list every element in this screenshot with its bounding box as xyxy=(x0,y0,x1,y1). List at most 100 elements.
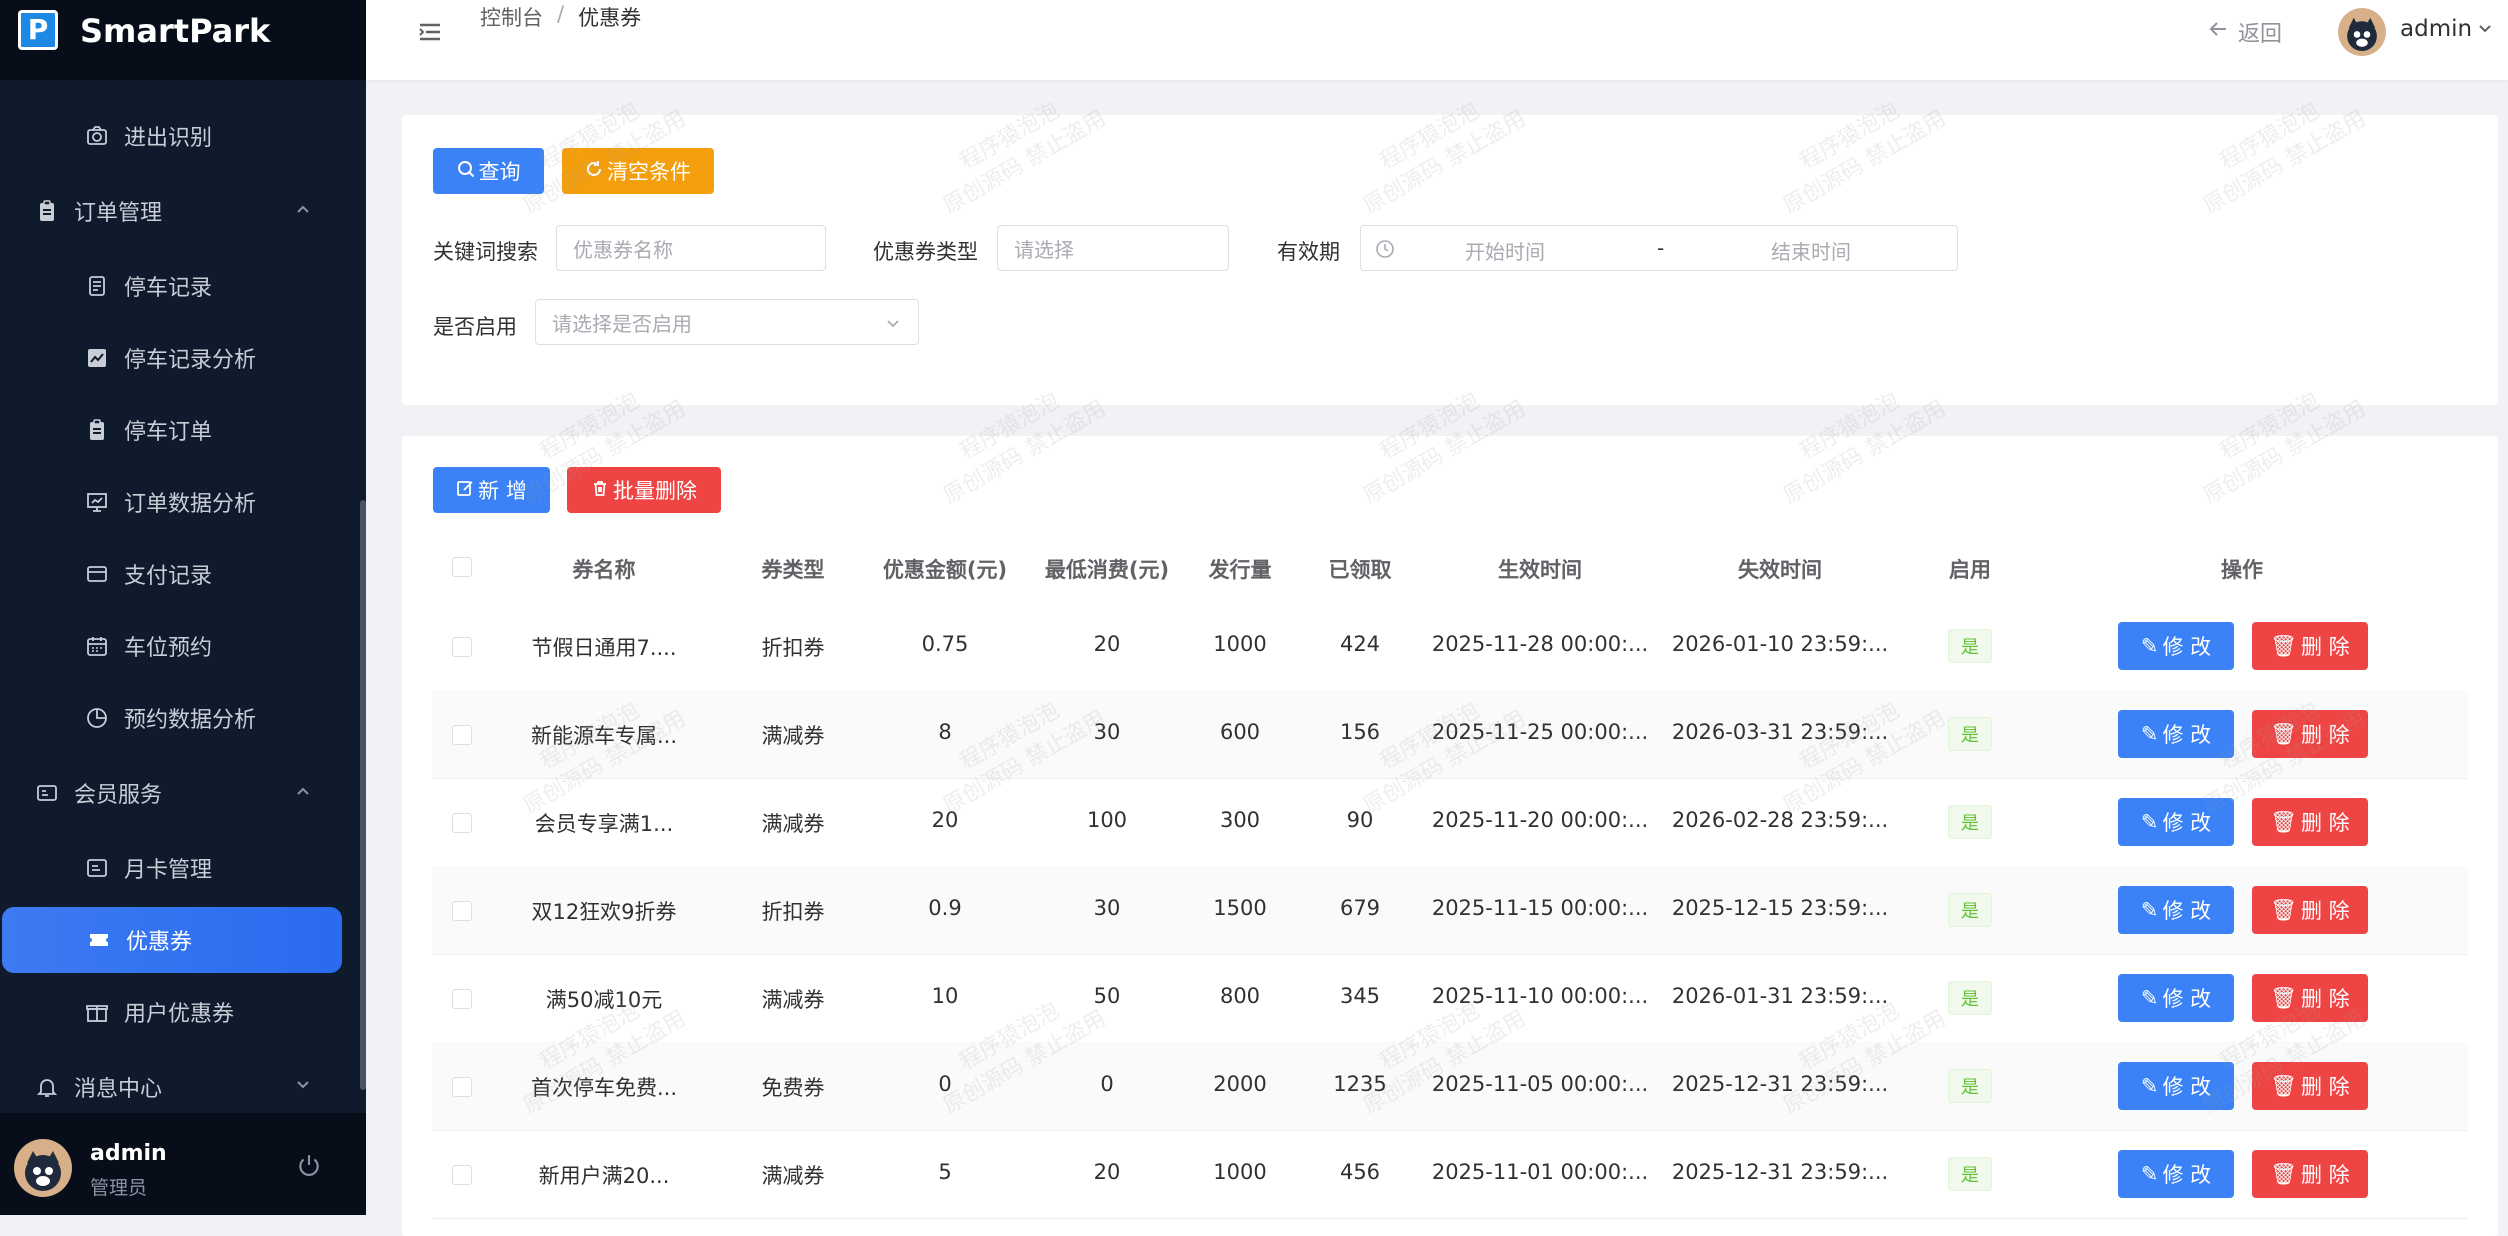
sidebar-item-space-booking[interactable]: 车位预约 xyxy=(0,616,366,676)
sidebar-item-label: 会员服务 xyxy=(74,783,163,808)
end-time: 2026-01-31 23:59:... xyxy=(1671,984,1889,1008)
edit-label: 修 改 xyxy=(2162,899,2212,923)
delete-label: 删 除 xyxy=(2300,635,2350,659)
delete-label: 删 除 xyxy=(2300,987,2350,1011)
column-header: 失效时间 xyxy=(1738,558,1822,582)
edit-button[interactable]: ✎ 修 改 xyxy=(2118,886,2234,934)
trash-icon: 🗑 xyxy=(2270,633,2297,658)
breadcrumb-item-dashboard[interactable]: 控制台 xyxy=(480,2,543,32)
start-time: 2025-11-05 00:00:... xyxy=(1431,1072,1649,1096)
min-spend: 30 xyxy=(1093,720,1121,744)
delete-button[interactable]: 🗑 删 除 xyxy=(2252,798,2368,846)
sidebar-item-parking-orders[interactable]: 停车订单 xyxy=(0,400,366,460)
end-time-placeholder[interactable]: 结束时间 xyxy=(1771,236,1851,265)
sidebar-group-message-center[interactable]: 消息中心 xyxy=(0,1057,366,1117)
chevron-down-icon[interactable] xyxy=(2476,20,2494,42)
issued-count: 1000 xyxy=(1213,632,1267,656)
sidebar-item-entry-recognition[interactable]: 进出识别 xyxy=(0,106,366,166)
edit-button[interactable]: ✎ 修 改 xyxy=(2118,622,2234,670)
edit-button[interactable]: ✎ 修 改 xyxy=(2118,710,2234,758)
header-user-name[interactable]: admin xyxy=(2400,16,2472,42)
back-button[interactable]: 返回 xyxy=(2208,16,2282,48)
row-checkbox[interactable] xyxy=(452,1165,472,1185)
column-header: 发行量 xyxy=(1208,558,1272,582)
delete-button[interactable]: 🗑 删 除 xyxy=(2252,974,2368,1022)
coupon-type-placeholder: 请选择 xyxy=(1014,237,1074,262)
trash-icon: 🗑 xyxy=(2270,897,2297,922)
row-checkbox[interactable] xyxy=(452,1077,472,1097)
edit-button[interactable]: ✎ 修 改 xyxy=(2118,1062,2234,1110)
pie-chart-icon xyxy=(84,705,110,731)
edit-button[interactable]: ✎ 修 改 xyxy=(2118,1150,2234,1198)
status-badge: 是 xyxy=(1948,981,1992,1015)
sidebar-item-parking-records[interactable]: 停车记录 xyxy=(0,256,366,316)
table-header: 券名称 券类型 优惠金额(元) 最低消费(元) 发行量 已领取 生效时间 失效时… xyxy=(432,536,2468,596)
sidebar-user-card: admin 管理员 xyxy=(0,1113,366,1215)
search-button[interactable]: 查询 xyxy=(433,148,544,194)
validity-date-range[interactable]: 开始时间 - 结束时间 xyxy=(1360,225,1958,271)
status-badge: 是 xyxy=(1948,1157,1992,1191)
add-button-label: 新 增 xyxy=(478,479,527,503)
line-chart-icon xyxy=(84,345,110,371)
add-button[interactable]: 新 增 xyxy=(433,467,550,513)
row-checkbox[interactable] xyxy=(452,813,472,833)
keyword-input[interactable]: 优惠券名称 xyxy=(556,225,826,271)
delete-button[interactable]: 🗑 删 除 xyxy=(2252,622,2368,670)
sidebar-item-label: 月卡管理 xyxy=(124,858,213,883)
delete-button[interactable]: 🗑 删 除 xyxy=(2252,710,2368,758)
sidebar-item-label: 用户优惠券 xyxy=(124,1002,235,1027)
reset-button[interactable]: 清空条件 xyxy=(562,148,714,194)
min-spend: 30 xyxy=(1093,896,1121,920)
row-checkbox[interactable] xyxy=(452,637,472,657)
sidebar-group-order-management[interactable]: 订单管理 xyxy=(0,181,366,241)
sidebar-scrollbar[interactable] xyxy=(360,500,366,1090)
coupon-type-select[interactable]: 请选择 xyxy=(997,225,1229,271)
sidebar-item-order-analysis[interactable]: 订单数据分析 xyxy=(0,472,366,532)
edit-button[interactable]: ✎ 修 改 xyxy=(2118,798,2234,846)
claimed-count: 456 xyxy=(1339,1160,1381,1184)
start-time: 2025-11-20 00:00:... xyxy=(1431,808,1649,832)
start-time: 2025-11-01 00:00:... xyxy=(1431,1160,1649,1184)
delete-button[interactable]: 🗑 删 除 xyxy=(2252,1150,2368,1198)
sidebar-item-payment-records[interactable]: 支付记录 xyxy=(0,544,366,604)
keyword-label: 关键词搜索 xyxy=(433,240,538,264)
sidebar-item-booking-analysis[interactable]: 预约数据分析 xyxy=(0,688,366,748)
edit-icon: ✎ xyxy=(2140,634,2159,658)
column-header: 生效时间 xyxy=(1498,558,1582,582)
row-checkbox[interactable] xyxy=(452,725,472,745)
edit-icon xyxy=(456,478,474,502)
issued-count: 1500 xyxy=(1213,896,1267,920)
logo-bar: P SmartPark xyxy=(0,0,366,80)
avatar[interactable] xyxy=(2338,8,2386,56)
issued-count: 300 xyxy=(1219,808,1261,832)
menu-toggle-icon[interactable] xyxy=(416,18,444,50)
sidebar-group-member-service[interactable]: 会员服务 xyxy=(0,763,366,823)
end-time: 2025-12-31 23:59:... xyxy=(1671,1072,1889,1096)
power-icon[interactable] xyxy=(296,1153,322,1183)
issued-count: 2000 xyxy=(1213,1072,1267,1096)
sidebar-item-coupons[interactable]: 优惠券 xyxy=(2,907,342,973)
sidebar-item-label: 支付记录 xyxy=(124,564,213,589)
delete-button[interactable]: 🗑 删 除 xyxy=(2252,1062,2368,1110)
sidebar-item-monthly-card[interactable]: 月卡管理 xyxy=(0,838,366,898)
coupon-name: 双12狂欢9折券 xyxy=(531,900,677,924)
trash-icon: 🗑 xyxy=(2270,1161,2297,1186)
row-checkbox[interactable] xyxy=(452,901,472,921)
column-header: 启用 xyxy=(1949,558,1991,582)
row-checkbox[interactable] xyxy=(452,989,472,1009)
avatar[interactable] xyxy=(14,1139,72,1197)
delete-button[interactable]: 🗑 删 除 xyxy=(2252,886,2368,934)
edit-button[interactable]: ✎ 修 改 xyxy=(2118,974,2234,1022)
sidebar-item-label: 优惠券 xyxy=(126,930,193,955)
select-all-checkbox[interactable] xyxy=(452,557,472,577)
column-header: 已领取 xyxy=(1328,558,1392,582)
sidebar-item-parking-analysis[interactable]: 停车记录分析 xyxy=(0,328,366,388)
sidebar-user-name: admin xyxy=(90,1141,167,1166)
sidebar-item-user-coupons[interactable]: 用户优惠券 xyxy=(0,982,366,1042)
trash-icon xyxy=(591,478,609,502)
end-time: 2026-02-28 23:59:... xyxy=(1671,808,1889,832)
batch-delete-button[interactable]: 批量删除 xyxy=(567,467,721,513)
enabled-select[interactable]: 请选择是否启用 xyxy=(535,299,919,345)
start-time-placeholder[interactable]: 开始时间 xyxy=(1465,236,1545,265)
edit-label: 修 改 xyxy=(2162,987,2212,1011)
